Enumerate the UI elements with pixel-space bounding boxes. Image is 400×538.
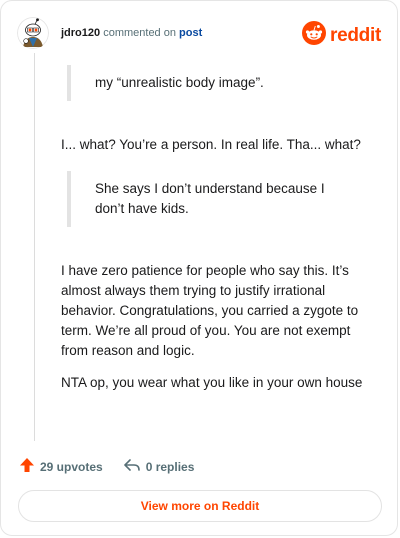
reddit-wordmark: reddit [330,24,381,46]
quote-text: She says I don’t understand because I do… [95,181,325,216]
quote-text: my “unrealistic body image”. [95,75,264,90]
upvote-button[interactable]: 29 upvotes [19,457,103,476]
upvote-arrow-icon [19,457,40,476]
blockquote: She says I don’t understand because I do… [67,171,355,227]
comment-paragraph: I have zero patience for people who say … [61,263,359,358]
comment-paragraph: NTA op, you wear what you like in your o… [61,375,363,390]
blockquote: my “unrealistic body image”. [67,65,385,101]
view-more-on-reddit-button[interactable]: View more on Reddit [18,490,382,522]
replies-button[interactable]: 0 replies [123,457,195,476]
comment-footer: 29 upvotes 0 replies [19,457,214,476]
reply-arrow-icon [123,457,146,476]
reddit-snoo-icon [302,21,327,50]
comment-meta: jdro120 commented on post [61,27,202,39]
reddit-brand-link[interactable]: reddit [302,21,381,50]
action-text: commented on [103,27,176,39]
thread-line[interactable] [34,53,35,441]
comment-paragraph: I... what? You’re a person. In real life… [61,137,361,152]
post-link[interactable]: post [179,27,202,39]
comment-header: jdro120 commented on post [17,15,202,51]
upvote-count: 29 upvotes [40,459,103,474]
username-link[interactable]: jdro120 [61,27,100,39]
reply-count: 0 replies [145,459,195,474]
embedded-comment-card: jdro120 commented on post reddit my “unr… [0,0,398,536]
snoo-avatar-icon[interactable] [17,17,49,49]
